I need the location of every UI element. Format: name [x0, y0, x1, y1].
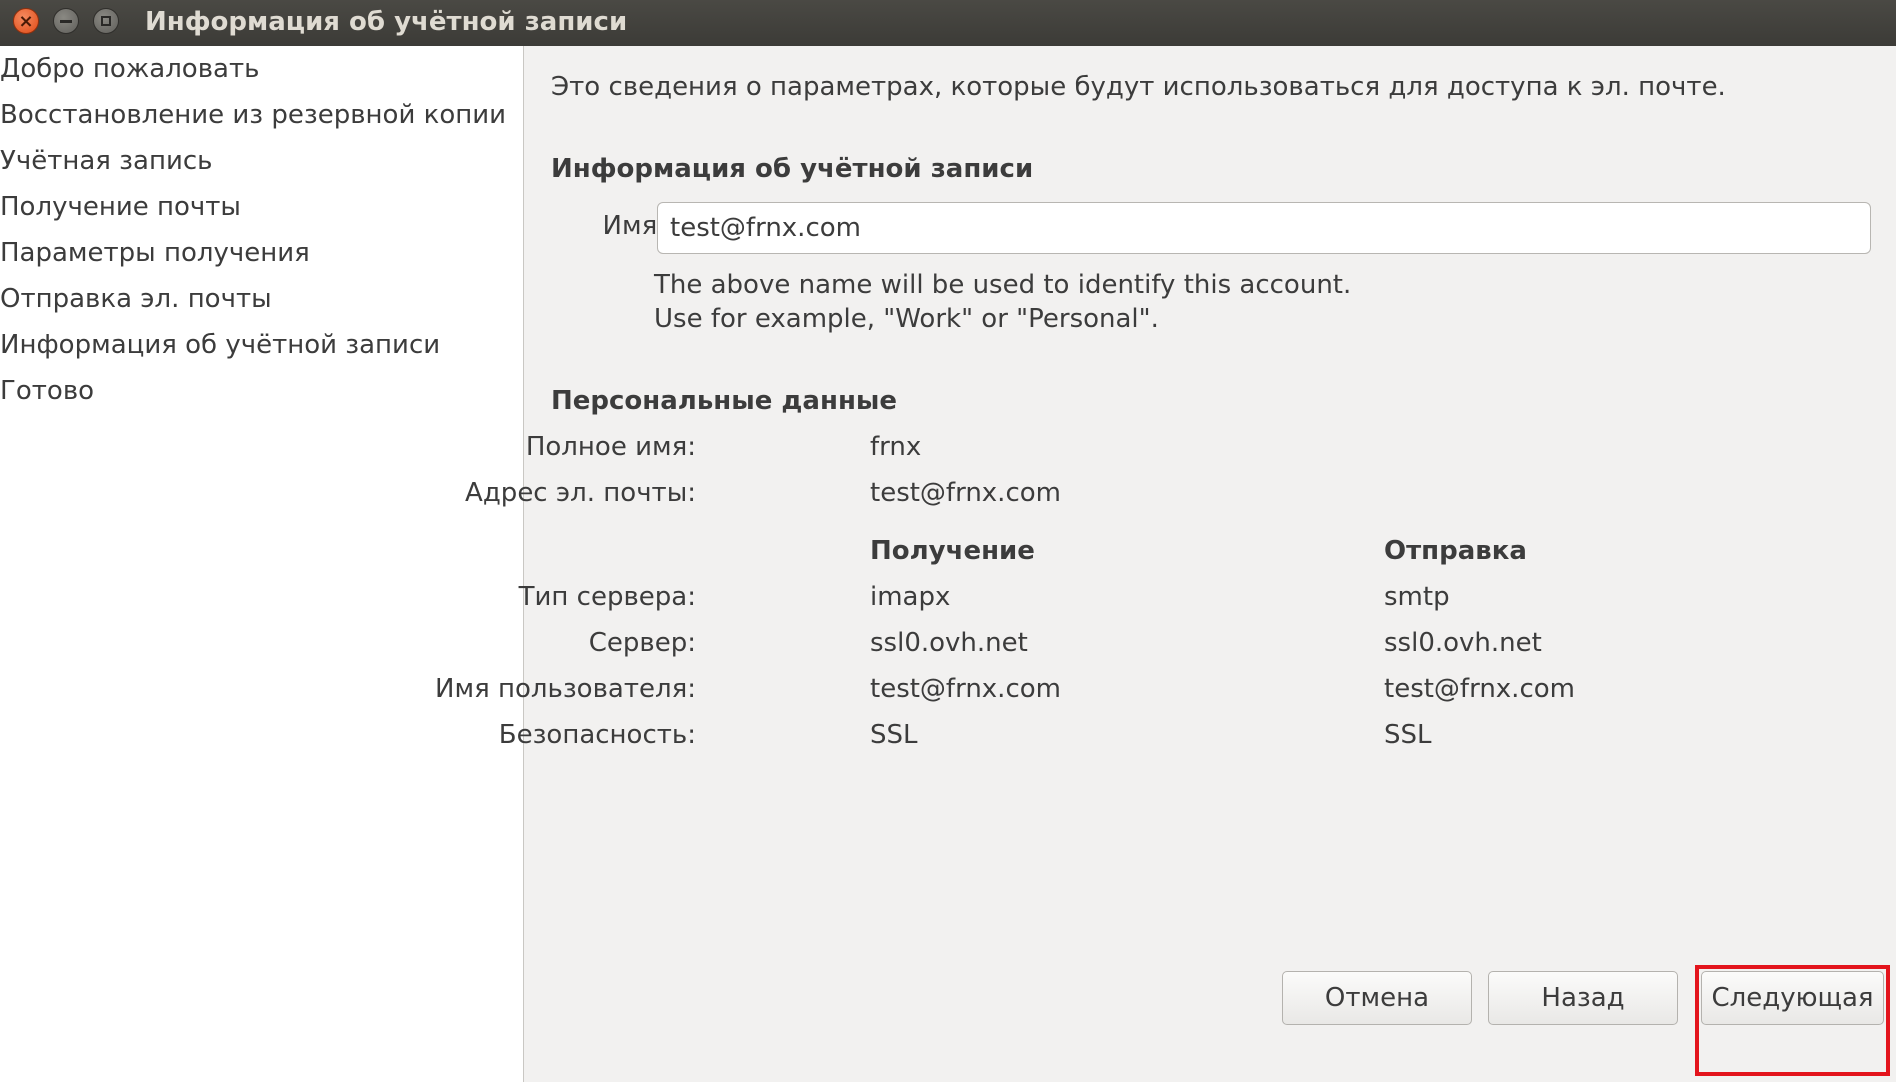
receiving-security: SSL [870, 720, 918, 750]
sending-server: ssl0.ovh.net [1384, 628, 1542, 658]
maximize-window-icon[interactable] [93, 8, 119, 34]
title-bar[interactable]: × Информация об учётной записи [0, 0, 1896, 46]
security-label: Безопасность: [498, 720, 696, 750]
receiving-column-header: Получение [870, 536, 1035, 566]
minimize-window-icon[interactable] [53, 8, 79, 34]
name-hint-line1: The above name will be used to identify … [654, 270, 1352, 300]
receiving-server-type: imapx [870, 582, 951, 612]
assistant-window: × Информация об учётной записи Добро пож… [0, 0, 1896, 1082]
sidebar-item-sending[interactable]: Отправка эл. почты [0, 276, 523, 322]
name-label: Имя: [602, 211, 666, 241]
sending-column-header: Отправка [1384, 536, 1527, 566]
sending-security: SSL [1384, 720, 1432, 750]
full-name-value: frnx [870, 432, 922, 462]
back-button[interactable]: Назад [1488, 971, 1678, 1025]
sidebar-item-account-info[interactable]: Информация об учётной записи [0, 322, 523, 368]
steps-list: Добро пожаловать Восстановление из резер… [0, 46, 523, 414]
account-name-input[interactable] [657, 202, 1871, 254]
next-button[interactable]: Следующая [1701, 971, 1884, 1025]
close-window-icon[interactable]: × [13, 8, 39, 34]
server-label: Сервер: [588, 628, 696, 658]
sidebar-item-receiving-options[interactable]: Параметры получения [0, 230, 523, 276]
sidebar-item-welcome[interactable]: Добро пожаловать [0, 46, 523, 92]
sidebar-item-done[interactable]: Готово [0, 368, 523, 414]
cancel-button[interactable]: Отмена [1282, 971, 1472, 1025]
sidebar-item-account[interactable]: Учётная запись [0, 138, 523, 184]
full-name-label: Полное имя: [525, 432, 696, 462]
sidebar-item-receiving[interactable]: Получение почты [0, 184, 523, 230]
account-section-title: Информация об учётной записи [551, 154, 1034, 184]
username-label: Имя пользователя: [435, 674, 696, 704]
sending-server-type: smtp [1384, 582, 1450, 612]
email-value: test@frnx.com [870, 478, 1061, 508]
name-hint-line2: Use for example, "Work" or "Personal". [654, 304, 1159, 334]
page-description: Это сведения о параметрах, которые будут… [551, 72, 1726, 102]
sending-username: test@frnx.com [1384, 674, 1575, 704]
receiving-server: ssl0.ovh.net [870, 628, 1028, 658]
email-label: Адрес эл. почты: [465, 478, 696, 508]
personal-section-title: Персональные данные [551, 386, 898, 416]
receiving-username: test@frnx.com [870, 674, 1061, 704]
steps-sidebar: Добро пожаловать Восстановление из резер… [0, 46, 524, 1082]
server-type-label: Тип сервера: [518, 582, 696, 612]
content-panel: Это сведения о параметрах, которые будут… [435, 46, 1896, 1082]
sidebar-item-restore[interactable]: Восстановление из резервной копии [0, 92, 523, 138]
window-title: Информация об учётной записи [145, 7, 628, 37]
